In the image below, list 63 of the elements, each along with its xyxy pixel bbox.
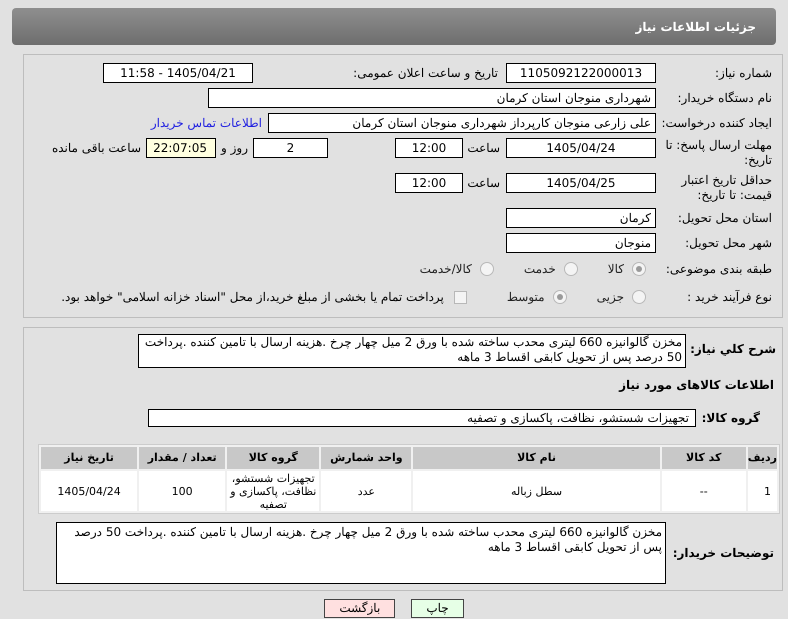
radio-button[interactable] [552, 290, 567, 304]
field-label: پرداخت تمام یا بخشی از مبلغ خرید،از محل "اسناد خزانه اسلامی" خواهد بود. [61, 289, 444, 306]
table-cell: سطل زباله [413, 471, 660, 511]
contact-link[interactable]: اطلاعات تماس خریدار [150, 114, 262, 132]
field-label: توضیحات خریدار: [672, 546, 774, 560]
field-label: استان محل تحویل: [678, 211, 772, 225]
validity-date-field: 1405/04/25 [506, 173, 656, 193]
deadline-time-field: 12:00 [395, 138, 463, 158]
field-label: کالا/خدمت [420, 261, 472, 278]
column-header: ردیف [748, 447, 777, 469]
field-label: تاریخ و ساعت اعلان عمومی: [353, 66, 498, 80]
field-label: گروه کالا: [702, 411, 760, 425]
field-label: خدمت [524, 261, 556, 278]
page-title: جزئیات اطلاعات نیاز [635, 18, 756, 36]
creator-field: علی زارعی منوجان کارپرداز شهرداری منوجان استان کرمان [268, 113, 656, 133]
column-header: نام کالا [413, 447, 660, 469]
column-header: تاریخ نیاز [41, 447, 138, 469]
summary-textarea[interactable]: مخزن گالوانیزه 660 لیتری محدب ساخته شده با ورق 2 میل چهار چرخ .هزینه ارسال با تامین کننده .پرداخت 50 درصد پس از تحویل کابقی اقساط 3 ماهه [138, 334, 686, 368]
table-cell: 100 [139, 471, 226, 511]
radio-button[interactable] [564, 262, 578, 276]
column-header: واحد شمارش [321, 447, 412, 469]
city-field: منوجان [506, 233, 656, 253]
table-cell: عدد [321, 471, 412, 511]
field-label: شرح كلي نیاز: [690, 342, 776, 356]
validity-time-field: 12:00 [395, 173, 463, 193]
table-cell: 1405/04/24 [41, 471, 138, 511]
field-label: جزیی [596, 289, 624, 306]
field-label: روز و [221, 141, 248, 155]
table-cell: 1 [748, 471, 777, 511]
deadline-date-field: 1405/04/24 [506, 138, 656, 158]
days-field: 2 [253, 138, 328, 158]
field-label: حداقل تاریخ اعتبار قیمت: تا تاریخ: [680, 173, 772, 203]
remaining-time-field: 22:07:05 [146, 138, 216, 158]
back-button[interactable]: بازگشت [324, 599, 396, 618]
column-header: کد کالا [662, 447, 746, 469]
goods-group-field: تجهیزات شستشو، نظافت، پاکسازی و تصفیه [148, 409, 696, 427]
field-label: ساعت [467, 141, 500, 155]
province-field: کرمان [506, 208, 656, 228]
field-label: نام دستگاه خریدار: [678, 91, 772, 105]
field-label: متوسط [506, 289, 545, 306]
field-label: شماره نیاز: [715, 66, 772, 80]
field-label: مهلت ارسال پاسخ: تا تاریخ: [664, 138, 772, 168]
field-label: شهر محل تحویل: [685, 236, 772, 250]
radio-button[interactable] [632, 290, 646, 304]
radio-button[interactable] [632, 262, 646, 276]
field-label: طبقه بندی موضوعی: [666, 262, 772, 276]
field-label: ساعت باقی مانده [52, 141, 141, 155]
radio-button[interactable] [480, 262, 494, 276]
field-label: اطلاعات کالاهای مورد نیاز [619, 378, 774, 392]
column-header: تعداد / مقدار [139, 447, 226, 469]
need-number-field: 1105092122000013 [506, 63, 656, 83]
notes-textarea[interactable]: مخزن گالوانیزه 660 لیتری محدب ساخته شده با ورق 2 میل چهار چرخ .هزینه ارسال با تامین کننده .پرداخت 50 درصد پس از تحویل کابقی اقساط 3 ماهه [56, 522, 666, 584]
column-header: گروه کالا [227, 447, 320, 469]
field-label: ایجاد کننده درخواست: [661, 116, 772, 130]
print-button[interactable]: چاپ [411, 599, 464, 618]
buyer-org-field: شهرداری منوجان استان کرمان [208, 88, 656, 108]
announce-date-field: 1405/04/21 - 11:58 [103, 63, 253, 83]
checkbox[interactable] [454, 290, 467, 304]
table-cell: تجهیزات شستشو، نظافت، پاکسازی و تصفیه [227, 471, 320, 511]
field-label: ساعت [467, 176, 500, 190]
field-label: نوع فرآیند خرید : [687, 290, 772, 304]
field-label: کالا [608, 261, 624, 278]
table-cell: -- [662, 471, 746, 511]
